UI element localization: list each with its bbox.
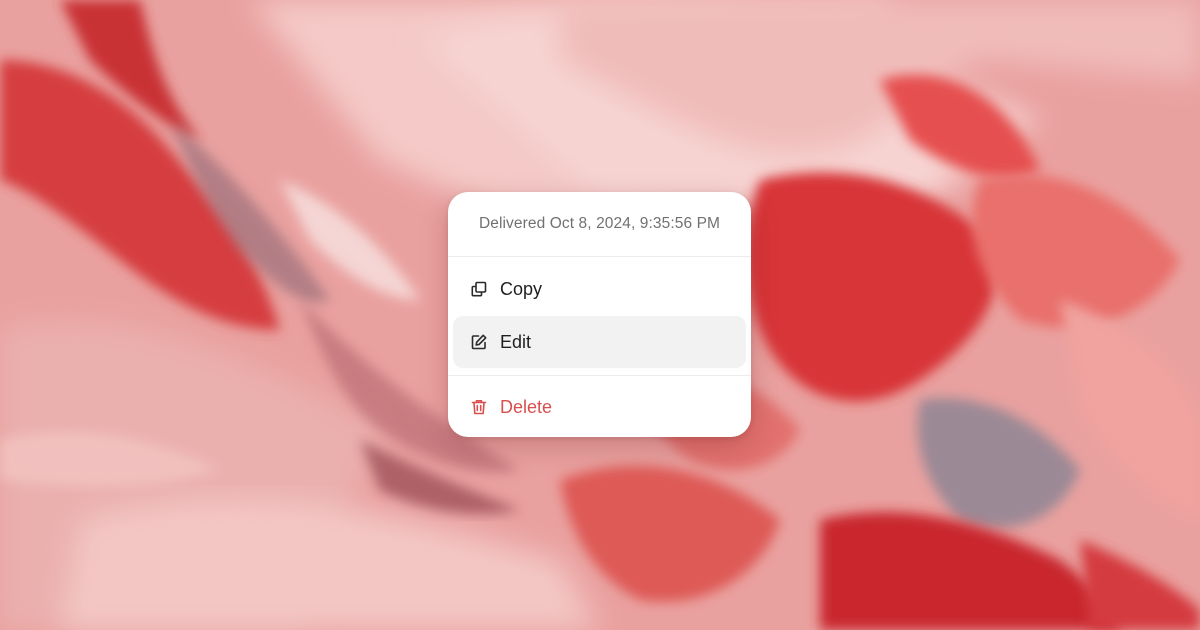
message-context-menu: Delivered Oct 8, 2024, 9:35:56 PM Copy E…	[448, 192, 751, 437]
trash-icon	[470, 398, 488, 416]
delete-label: Delete	[500, 396, 553, 417]
menu-divider	[448, 256, 751, 257]
delivery-timestamp: Delivered Oct 8, 2024, 9:35:56 PM	[478, 215, 721, 232]
copy-label: Copy	[500, 278, 543, 299]
edit-menu-item[interactable]: Edit	[453, 316, 746, 368]
copy-icon	[470, 280, 488, 298]
copy-menu-item[interactable]: Copy	[453, 263, 746, 315]
delete-menu-item[interactable]: Delete	[453, 381, 746, 433]
edit-label: Edit	[500, 331, 532, 352]
edit-icon	[470, 333, 488, 351]
menu-divider	[448, 375, 751, 376]
